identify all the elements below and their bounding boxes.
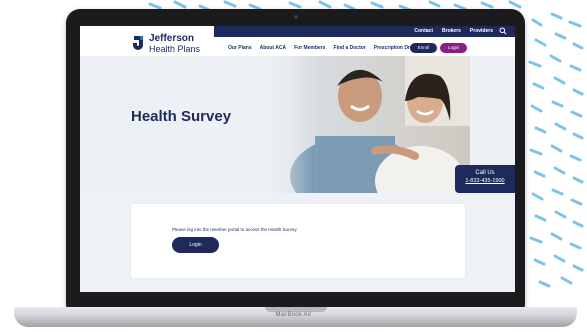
nav-our-plans[interactable]: Our Plans <box>228 45 252 51</box>
search-icon[interactable] <box>499 27 507 35</box>
jefferson-logo-icon[interactable] <box>131 35 145 51</box>
call-us-box[interactable]: Call Us 1-833-435-1900 <box>455 165 515 193</box>
nav-for-members[interactable]: For Members <box>294 45 325 51</box>
laptop-screen: Contact Brokers Providers Jefferson Heal… <box>80 26 515 299</box>
screen-bezel-bottom <box>80 292 515 299</box>
providers-link[interactable]: Providers <box>470 28 493 34</box>
nav-find-a-doctor[interactable]: Find a Doctor <box>334 45 366 51</box>
nav-about-aca[interactable]: About ACA <box>260 45 286 51</box>
marketing-stage: Contact Brokers Providers Jefferson Heal… <box>0 0 587 332</box>
hero-banner: Health Survey <box>80 56 515 193</box>
contact-link[interactable]: Contact <box>414 28 433 34</box>
survey-message: Please log into the member portal to acc… <box>172 227 298 232</box>
header-login-button[interactable]: Login <box>440 43 467 53</box>
phone-number-link[interactable]: 1-833-435-1900 <box>455 178 515 184</box>
brokers-link[interactable]: Brokers <box>442 28 461 34</box>
call-us-title: Call Us <box>475 170 495 176</box>
hero-couple-photo <box>255 56 470 193</box>
page-title: Health Survey <box>131 108 232 125</box>
logo-wordmark-line1[interactable]: Jefferson <box>149 34 194 44</box>
logo-wordmark-line2[interactable]: Health Plans <box>149 44 200 54</box>
survey-login-button[interactable]: Login <box>172 237 219 253</box>
primary-nav: Our Plans About ACA For Members Find a D… <box>228 45 419 51</box>
webcam <box>294 15 298 19</box>
survey-card: Please log into the member portal to acc… <box>131 204 465 278</box>
enroll-button[interactable]: Enroll <box>410 43 437 53</box>
device-model-label: MacBook Air <box>275 312 312 318</box>
